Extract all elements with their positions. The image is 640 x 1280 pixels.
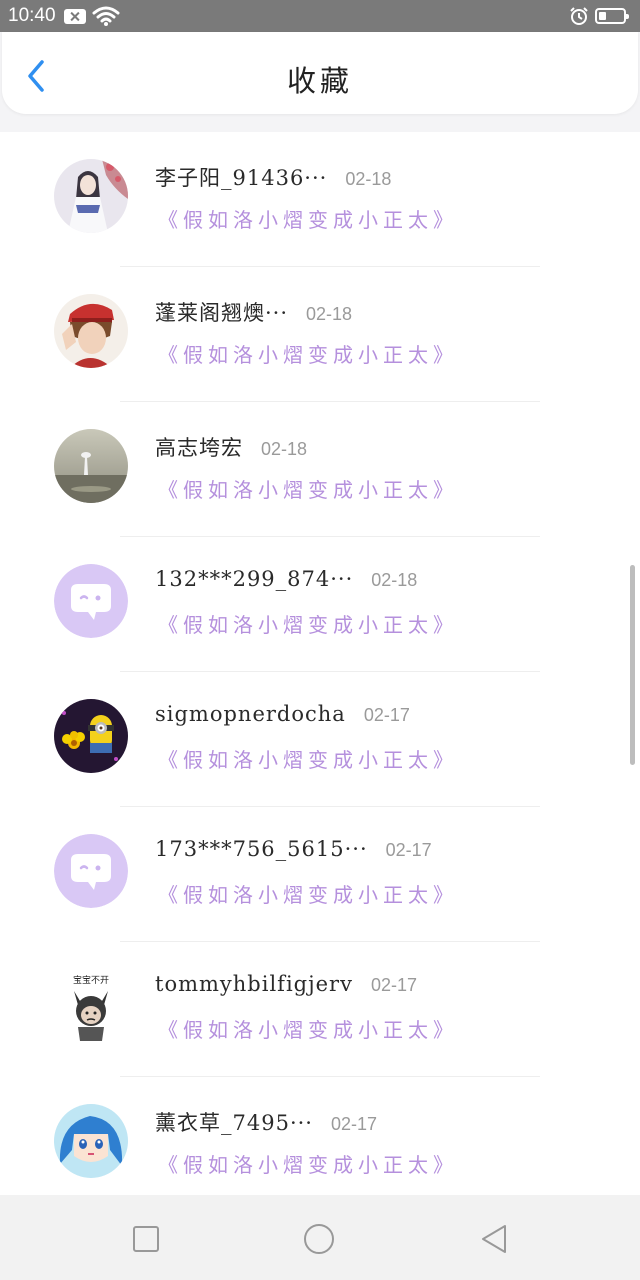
list-item[interactable]: 173***756_5615··· 02-17 《假如洛小熠变成小正太》 <box>0 807 640 942</box>
item-date: 02-18 <box>345 169 392 189</box>
item-date: 02-17 <box>363 705 410 725</box>
item-author: 132***299_874··· 02-18 <box>155 567 418 591</box>
back-triangle-icon[interactable] <box>478 1223 510 1255</box>
avatar[interactable] <box>54 159 128 233</box>
item-title[interactable]: 《假如洛小熠变成小正太》 <box>158 339 458 368</box>
list-item[interactable]: 蓬莱阁翘燠··· 02-18 《假如洛小熠变成小正太》 <box>0 267 640 402</box>
item-author: tommyhbilfigjerv 02-17 <box>155 972 417 996</box>
scrollbar[interactable] <box>630 565 635 765</box>
notification-close-icon <box>64 9 86 24</box>
item-title[interactable]: 《假如洛小熠变成小正太》 <box>158 879 458 908</box>
item-date: 02-18 <box>306 304 353 324</box>
item-title[interactable]: 《假如洛小熠变成小正太》 <box>158 474 458 503</box>
item-title[interactable]: 《假如洛小熠变成小正太》 <box>158 1014 458 1043</box>
avatar[interactable] <box>54 294 128 368</box>
default-chat-avatar[interactable] <box>54 564 128 638</box>
favorites-list: 李子阳_91436··· 02-18 《假如洛小熠变成小正太》 蓬莱阁翘燠··· 0… <box>0 132 640 1212</box>
item-author: 薰衣草_7495··· 02-17 <box>155 1111 378 1135</box>
list-item[interactable]: 宝宝不开 tommyhbilfigjerv 02-17 《假如洛小熠变成小正太》 <box>0 942 640 1077</box>
item-date: 02-18 <box>371 570 418 590</box>
alarm-icon <box>570 7 588 25</box>
list-item[interactable]: 高志垮宏 02-18 《假如洛小熠变成小正太》 <box>0 402 640 537</box>
item-title[interactable]: 《假如洛小熠变成小正太》 <box>158 204 458 233</box>
status-bar: 10:40 <box>0 0 640 32</box>
system-nav-bar <box>0 1195 640 1280</box>
item-title[interactable]: 《假如洛小熠变成小正太》 <box>158 1149 458 1178</box>
list-item[interactable]: 李子阳_91436··· 02-18 《假如洛小熠变成小正太》 <box>0 132 640 267</box>
item-date: 02-17 <box>330 1114 378 1134</box>
list-item[interactable]: sigmopnerdocha 02-17 《假如洛小熠变成小正太》 <box>0 672 640 807</box>
sticker-text: 宝宝不开 <box>73 974 109 986</box>
item-date: 02-18 <box>261 439 308 459</box>
list-item[interactable]: 132***299_874··· 02-18 《假如洛小熠变成小正太》 <box>0 537 640 672</box>
wifi-icon <box>92 6 120 26</box>
status-time: 10:40 <box>8 5 56 26</box>
battery-icon <box>595 8 629 24</box>
avatar[interactable] <box>54 699 128 773</box>
item-author: 李子阳_91436··· 02-18 <box>155 166 392 190</box>
item-date: 02-17 <box>370 975 417 995</box>
list-item[interactable]: 薰衣草_7495··· 02-17 《假如洛小熠变成小正太》 <box>0 1077 640 1212</box>
item-author: 高志垮宏 02-18 <box>155 436 308 460</box>
item-author: 173***756_5615··· 02-17 <box>155 837 432 861</box>
item-author: sigmopnerdocha 02-17 <box>155 702 410 726</box>
avatar[interactable] <box>54 1104 128 1178</box>
page-title: 收藏 <box>286 64 353 98</box>
item-title[interactable]: 《假如洛小熠变成小正太》 <box>158 744 458 773</box>
recent-apps-square-icon[interactable] <box>130 1223 162 1255</box>
home-circle-icon[interactable] <box>303 1223 335 1255</box>
avatar[interactable]: 宝宝不开 <box>54 969 128 1043</box>
default-chat-avatar[interactable] <box>54 834 128 908</box>
avatar[interactable] <box>54 429 128 503</box>
item-date: 02-17 <box>385 840 432 860</box>
app-header: 收藏 <box>2 32 638 114</box>
item-author: 蓬莱阁翘燠··· 02-18 <box>155 301 353 325</box>
item-title[interactable]: 《假如洛小熠变成小正太》 <box>158 609 458 638</box>
